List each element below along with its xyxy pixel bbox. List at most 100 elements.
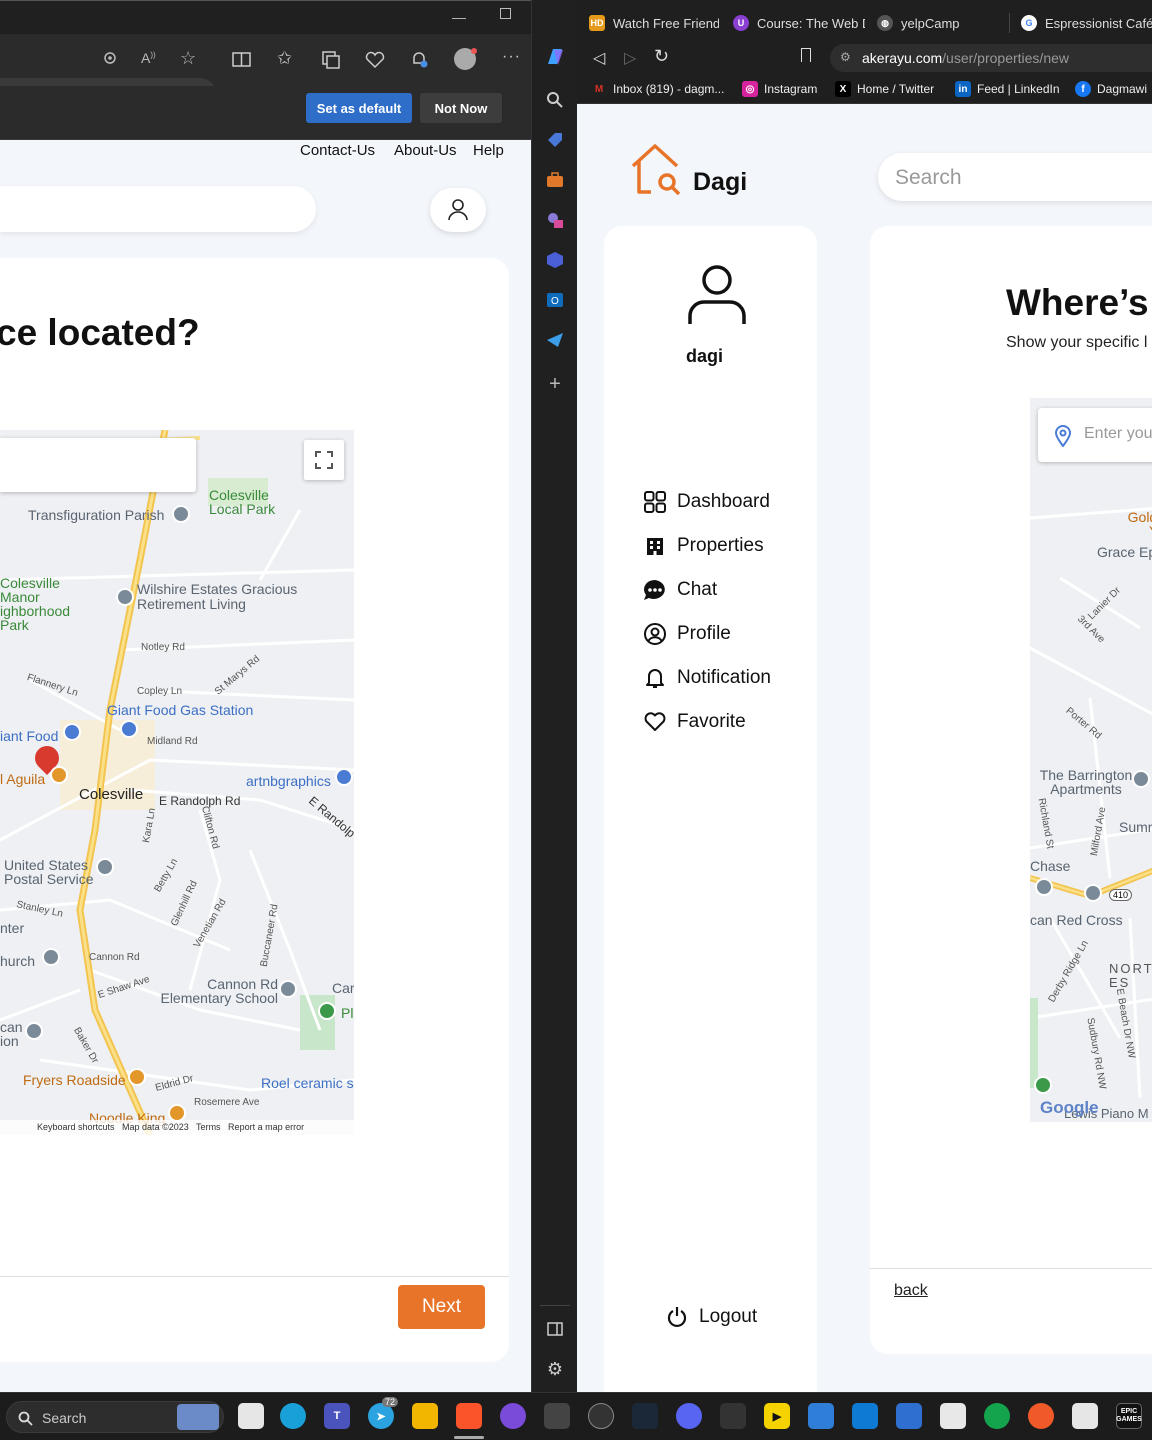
steam-icon[interactable]	[632, 1403, 658, 1429]
nav-help[interactable]: Help	[473, 142, 504, 159]
browser-essentials-icon[interactable]	[365, 51, 385, 69]
reload-icon[interactable]: ↻	[654, 46, 669, 67]
xbox-icon[interactable]	[984, 1403, 1010, 1429]
fullscreen-button[interactable]	[304, 440, 344, 480]
unity-icon[interactable]	[544, 1403, 570, 1429]
map-search-box[interactable]	[0, 438, 196, 492]
bookmark-linkedin[interactable]: in Feed | LinkedIn	[955, 80, 1060, 98]
bookmark-instagram[interactable]: ◎ Instagram	[742, 80, 817, 98]
map[interactable]: Enter you Goldb Yo Grace Ep Lanier Dr 3r…	[1030, 398, 1152, 1122]
nav-contact-us[interactable]: Contact-Us	[300, 142, 375, 159]
taskbar-search[interactable]: Search	[6, 1401, 224, 1433]
tab-espressionist[interactable]: G Espressionist Café s	[1021, 8, 1152, 38]
search-input[interactable]	[0, 186, 316, 232]
location-search-input[interactable]: Enter you	[1038, 408, 1152, 462]
calculator-icon[interactable]	[896, 1403, 922, 1429]
set-default-button[interactable]: Set as default	[306, 93, 412, 123]
nav-about-us[interactable]: About-Us	[394, 142, 457, 159]
outlook-icon[interactable]: O	[543, 288, 567, 312]
tab-yelpcamp[interactable]: ◍ yelpCamp	[877, 8, 1007, 38]
file-explorer-icon[interactable]	[412, 1403, 438, 1429]
read-aloud-icon[interactable]: A))	[141, 50, 156, 66]
copilot-icon[interactable]	[543, 45, 567, 69]
collections-icon[interactable]	[321, 50, 341, 70]
place-pin-icon[interactable]	[25, 1022, 43, 1040]
tab-friends[interactable]: HD Watch Free Friends:	[589, 8, 719, 38]
sidebar-item-favorite[interactable]: Favorite	[643, 710, 746, 734]
discord-icon[interactable]	[676, 1403, 702, 1429]
notepad-icon[interactable]	[808, 1403, 834, 1429]
more-options-icon[interactable]: ···	[502, 48, 521, 66]
task-view-icon[interactable]	[238, 1403, 264, 1429]
microsoft-365-icon[interactable]	[543, 248, 567, 272]
proton-icon[interactable]	[500, 1403, 526, 1429]
map-attribution[interactable]: Keyboard shortcuts Map data ©2023 Terms …	[0, 1120, 354, 1135]
sidebar-item-properties[interactable]: Properties	[643, 534, 764, 558]
place-pin-icon[interactable]	[1035, 878, 1053, 896]
teams-icon[interactable]: T	[324, 1403, 350, 1429]
back-arrow-icon[interactable]: ◁	[593, 48, 605, 68]
user-menu-button[interactable]	[430, 188, 486, 232]
location-icon[interactable]	[101, 50, 119, 68]
send-icon[interactable]	[543, 328, 567, 352]
minimize-icon[interactable]: —	[452, 9, 466, 25]
bookmark-gmail[interactable]: M Inbox (819) - dagm...	[591, 80, 725, 98]
git-icon[interactable]	[1072, 1403, 1098, 1429]
back-link[interactable]: back	[894, 1282, 928, 1300]
vscode-icon[interactable]	[852, 1403, 878, 1429]
search-icon[interactable]	[543, 88, 567, 112]
forward-arrow-icon[interactable]: ▷	[624, 48, 636, 68]
notifications-icon[interactable]	[409, 49, 429, 69]
restaurant-pin-icon[interactable]	[128, 1068, 146, 1086]
map-label: Colesville Local Park	[209, 487, 276, 517]
obs-icon[interactable]	[588, 1403, 614, 1429]
house-search-logo-icon[interactable]	[629, 142, 685, 198]
church-pin-icon[interactable]	[172, 505, 190, 523]
bookmark-facebook[interactable]: f Dagmawi	[1075, 80, 1147, 98]
place-pin-icon[interactable]	[1132, 770, 1150, 788]
gas-station-pin-icon[interactable]	[120, 720, 138, 738]
shop-pin-icon[interactable]	[335, 768, 353, 786]
next-button[interactable]: Next	[398, 1285, 485, 1329]
address-bar[interactable]: ⚙ akerayu.com/user/properties/new	[830, 44, 1152, 72]
church-pin-icon[interactable]	[42, 948, 60, 966]
post-office-pin-icon[interactable]	[96, 858, 114, 876]
place-pin-icon[interactable]	[1084, 884, 1102, 902]
brand-name[interactable]: Dagi	[693, 168, 747, 197]
games-icon[interactable]	[543, 208, 567, 232]
map[interactable]: Transfiguration Parish Colesville Local …	[0, 430, 354, 1135]
logout-button[interactable]: Logout	[665, 1305, 757, 1329]
sidebar-item-profile[interactable]: Profile	[643, 622, 731, 646]
brave-icon[interactable]	[456, 1403, 482, 1429]
school-pin-icon[interactable]	[279, 980, 297, 998]
sidebar-toggle-icon[interactable]	[543, 1317, 567, 1341]
add-icon[interactable]: +	[543, 372, 567, 396]
window-app-icon[interactable]	[940, 1403, 966, 1429]
park-pin-icon[interactable]	[318, 1002, 336, 1020]
shopping-pin-icon[interactable]	[63, 723, 81, 741]
park-pin-icon[interactable]	[1034, 1076, 1052, 1094]
tools-icon[interactable]	[543, 168, 567, 192]
search-input[interactable]: Search	[878, 153, 1152, 201]
maximize-icon[interactable]	[500, 8, 511, 19]
edge-icon[interactable]	[280, 1403, 306, 1429]
sidebar-item-chat[interactable]: Chat	[643, 578, 717, 602]
bookmark-icon[interactable]	[801, 48, 811, 62]
postman-icon[interactable]	[1028, 1403, 1054, 1429]
tab-course[interactable]: U Course: The Web De	[733, 8, 865, 38]
favorites-icon[interactable]: ✩	[277, 48, 292, 69]
favorite-star-icon[interactable]: ☆	[180, 48, 196, 69]
bookmark-twitter[interactable]: X Home / Twitter	[835, 80, 934, 98]
pot-player-icon[interactable]: ▶	[764, 1403, 790, 1429]
epic-games-icon[interactable]: EPIC GAMES	[1116, 1403, 1142, 1429]
github-desktop-icon[interactable]	[720, 1403, 746, 1429]
shopping-tag-icon[interactable]	[543, 128, 567, 152]
not-now-button[interactable]: Not Now	[420, 93, 502, 123]
sidebar-item-dashboard[interactable]: Dashboard	[643, 490, 770, 514]
site-info-icon[interactable]: ⚙	[840, 50, 851, 64]
sidebar-item-notification[interactable]: Notification	[643, 666, 771, 690]
place-pin-icon[interactable]	[116, 588, 134, 606]
split-screen-icon[interactable]	[232, 51, 252, 69]
settings-gear-icon[interactable]: ⚙	[543, 1357, 567, 1381]
restaurant-pin-icon[interactable]	[50, 766, 68, 784]
